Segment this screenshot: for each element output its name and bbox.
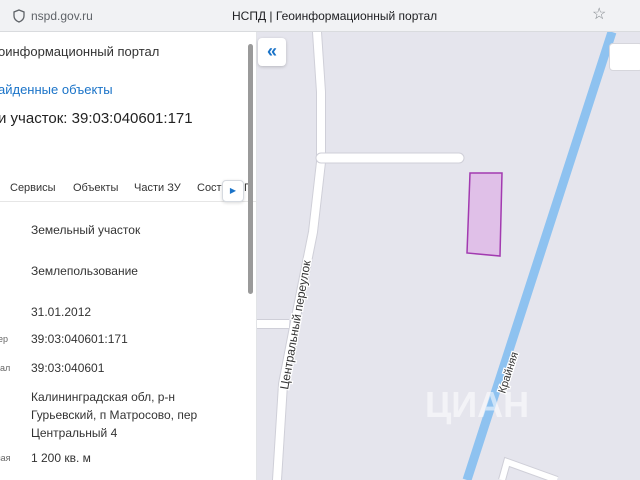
window-scroll-edge [624,2,640,30]
tab-services[interactable]: Сервисы [10,182,56,194]
browser-bar: nspd.gov.ru НСПД | Геоинформационный пор… [0,0,640,32]
address-line: Центральный 4 [31,426,118,440]
row-quarter-value: 39:03:040601 [31,361,105,375]
info-panel: оинформационный портал айденные объекты … [0,32,257,480]
row-area-value: 1 200 кв. м [31,451,91,465]
browser-page-title: НСПД | Геоинформационный портал [232,9,438,23]
row-date-value: 31.01.2012 [31,305,92,319]
address-bar-url[interactable]: nspd.gov.ru [31,9,93,23]
map-view[interactable]: Центральный переулок Крайняя ЦИАН [257,32,640,480]
row-quarter-label: тал [0,363,11,373]
map-canvas[interactable]: Центральный переулок Крайняя ЦИАН [257,32,640,480]
tab-objects[interactable]: Объекты [73,182,118,194]
collapse-panel-button[interactable]: « [258,38,286,66]
watermark-logo: ЦИАН [425,384,529,425]
row-address-value: Калининградская обл, р-н Гурьевский, п М… [31,388,197,442]
found-objects-link[interactable]: айденные объекты [0,82,113,97]
row-subtype-value: Землепользование [31,264,138,278]
row-area-label: вая [0,453,11,463]
row-type-value: Земельный участок [31,223,141,237]
panel-scrollbar[interactable] [248,44,253,294]
shield-icon[interactable] [12,9,26,23]
address-line: Гурьевский, п Матросово, пер [31,408,198,422]
portal-name: оинформационный портал [0,44,160,59]
row-cadnum-value: 39:03:040601:171 [31,332,128,346]
bookmark-star-icon[interactable]: ☆ [592,6,606,24]
tabs-scroll-right-button[interactable]: ▶ [222,180,244,202]
panel-tabs: Сервисы Объекты Части ЗУ Соста Г [0,176,256,202]
parcel-title: и участок: 39:03:040601:171 [0,110,193,127]
row-cadnum-label: ер [0,334,9,344]
tab-parts[interactable]: Части ЗУ [134,182,181,194]
map-control-button[interactable] [609,43,640,71]
land-parcel [466,172,503,257]
address-line: Калининградская обл, р-н [31,390,176,404]
